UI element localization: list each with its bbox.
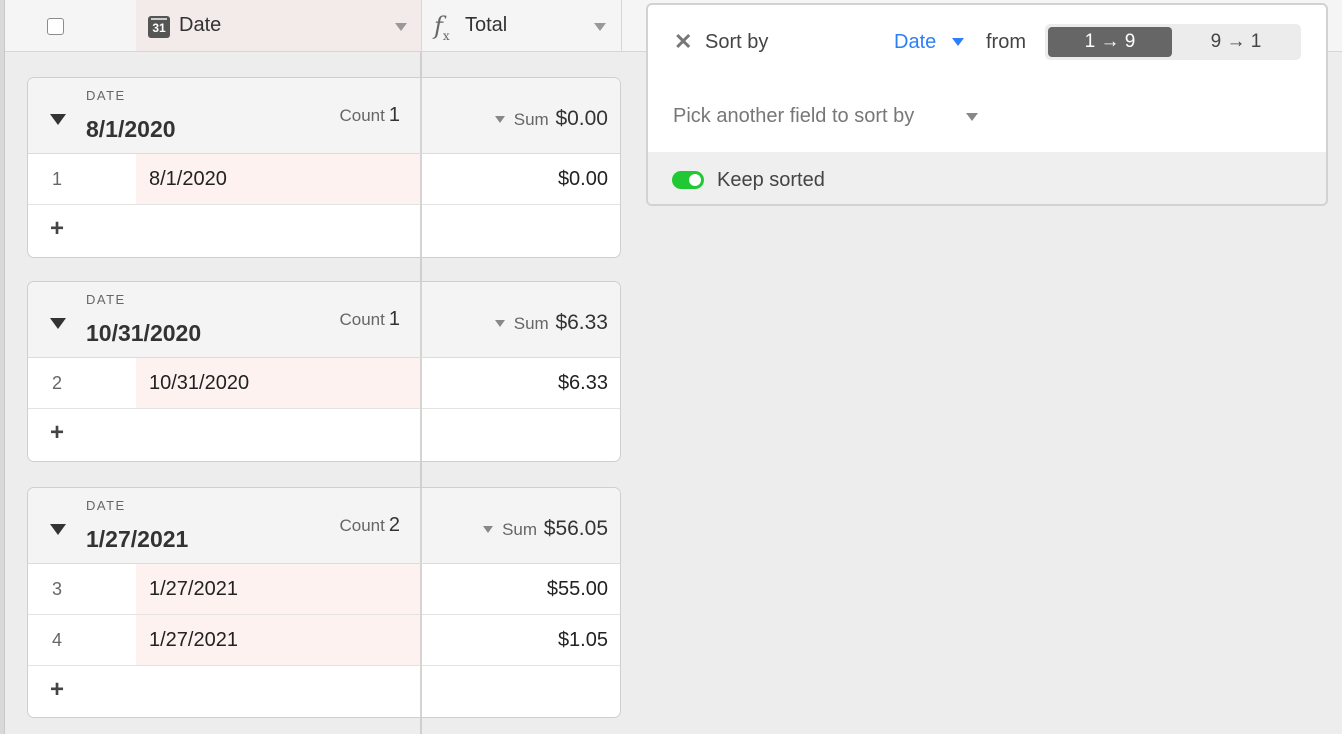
total-cell[interactable]: $1.05 bbox=[558, 629, 608, 652]
group-field-label: DATE bbox=[86, 498, 126, 513]
date-cell[interactable]: 1/27/2021 bbox=[136, 564, 420, 614]
date-column-dropdown-icon[interactable] bbox=[395, 23, 407, 31]
date-cell-value: 1/27/2021 bbox=[149, 629, 238, 651]
date-cell[interactable]: 1/27/2021 bbox=[136, 615, 420, 665]
sum-value: $6.33 bbox=[555, 311, 608, 334]
group-header: DATE 1/27/2021 Count 2 Sum $56.05 bbox=[28, 488, 620, 564]
sort-descending-button[interactable]: 9 → 1 bbox=[1174, 27, 1298, 57]
from-label: from bbox=[986, 31, 1026, 53]
group-divider bbox=[420, 154, 422, 257]
group-sum[interactable]: Sum $0.00 bbox=[494, 107, 608, 131]
sum-dropdown-icon[interactable] bbox=[483, 526, 494, 533]
sort-field-select[interactable]: Date bbox=[894, 31, 936, 54]
table-row[interactable]: 3 1/27/2021 $55.00 bbox=[28, 564, 620, 615]
date-cell-value: 10/31/2020 bbox=[149, 372, 250, 394]
count-value: 1 bbox=[388, 104, 400, 126]
group-count: Count 1 bbox=[340, 104, 401, 127]
group-count: Count 1 bbox=[340, 308, 401, 331]
group-divider bbox=[420, 282, 422, 357]
group-8-1-2020: DATE 8/1/2020 Count 1 Sum $0.00 1 8/1/202… bbox=[27, 77, 621, 258]
sort-popover: ✕ Sort by Date from 1 → 9 9 → 1 Pick ano… bbox=[646, 3, 1328, 206]
count-value: 2 bbox=[388, 514, 400, 536]
group-sum[interactable]: Sum $56.05 bbox=[483, 517, 608, 541]
sum-dropdown-icon[interactable] bbox=[494, 320, 505, 327]
group-divider bbox=[420, 358, 422, 461]
pick-another-field-button[interactable]: Pick another field to sort by bbox=[673, 105, 914, 128]
row-number: 2 bbox=[52, 373, 63, 393]
collapse-triangle-icon[interactable] bbox=[50, 114, 66, 125]
table-row[interactable]: 4 1/27/2021 $1.05 bbox=[28, 615, 620, 666]
total-cell[interactable]: $0.00 bbox=[558, 168, 608, 191]
plus-icon: + bbox=[50, 215, 65, 242]
group-value: 1/27/2021 bbox=[86, 526, 189, 552]
count-value: 1 bbox=[388, 308, 400, 330]
group-count: Count 2 bbox=[340, 514, 401, 537]
date-column-label: Date bbox=[179, 14, 222, 36]
sum-value: $0.00 bbox=[555, 107, 608, 130]
group-10-31-2020: DATE 10/31/2020 Count 1 Sum $6.33 2 10/31… bbox=[27, 281, 621, 462]
table-row[interactable]: 1 8/1/2020 $0.00 bbox=[28, 154, 620, 205]
total-cell[interactable]: $55.00 bbox=[547, 578, 608, 601]
sum-label: Sum bbox=[513, 314, 549, 333]
add-row-button[interactable]: + bbox=[28, 409, 620, 460]
plus-icon: + bbox=[50, 676, 65, 703]
group-divider bbox=[420, 78, 422, 153]
group-divider bbox=[420, 564, 422, 717]
sort-ascending-button[interactable]: 1 → 9 bbox=[1048, 27, 1172, 57]
group-field-label: DATE bbox=[86, 292, 126, 307]
total-column-dropdown-icon[interactable] bbox=[594, 23, 606, 31]
formula-icon: fx bbox=[434, 12, 450, 43]
group-1-27-2021: DATE 1/27/2021 Count 2 Sum $56.05 3 1/27/… bbox=[27, 487, 621, 718]
calendar-icon: 31 bbox=[148, 16, 170, 38]
row-number: 4 bbox=[52, 630, 63, 650]
date-cell[interactable]: 10/31/2020 bbox=[136, 358, 420, 408]
group-field-label: DATE bbox=[86, 88, 126, 103]
group-header: DATE 8/1/2020 Count 1 Sum $0.00 bbox=[28, 78, 620, 154]
row-number: 1 bbox=[52, 169, 63, 189]
sum-label: Sum bbox=[513, 110, 549, 129]
date-cell[interactable]: 8/1/2020 bbox=[136, 154, 420, 204]
group-header: DATE 10/31/2020 Count 1 Sum $6.33 bbox=[28, 282, 620, 358]
group-divider bbox=[420, 488, 422, 563]
select-all-checkbox[interactable] bbox=[47, 18, 64, 35]
count-label: Count bbox=[339, 516, 385, 535]
column-divider bbox=[421, 0, 422, 51]
left-edge bbox=[0, 0, 5, 734]
count-label: Count bbox=[339, 106, 385, 125]
group-value: 10/31/2020 bbox=[86, 320, 202, 346]
table-row[interactable]: 2 10/31/2020 $6.33 bbox=[28, 358, 620, 409]
remove-sort-icon[interactable]: ✕ bbox=[674, 29, 692, 55]
date-cell-value: 8/1/2020 bbox=[149, 168, 227, 190]
sum-value: $56.05 bbox=[543, 517, 608, 540]
keep-sorted-toggle[interactable] bbox=[672, 171, 704, 189]
sum-label: Sum bbox=[502, 520, 538, 539]
keep-sorted-label: Keep sorted bbox=[717, 169, 825, 191]
chevron-down-icon[interactable] bbox=[966, 113, 978, 121]
count-label: Count bbox=[339, 310, 385, 329]
total-column-label[interactable]: Total bbox=[465, 14, 507, 37]
row-number: 3 bbox=[52, 579, 63, 599]
add-row-button[interactable]: + bbox=[28, 666, 620, 717]
collapse-triangle-icon[interactable] bbox=[50, 318, 66, 329]
sort-by-label: Sort by bbox=[705, 31, 769, 53]
group-sum[interactable]: Sum $6.33 bbox=[494, 311, 608, 335]
column-divider bbox=[621, 0, 622, 51]
sum-dropdown-icon[interactable] bbox=[494, 116, 505, 123]
collapse-triangle-icon[interactable] bbox=[50, 524, 66, 535]
date-column-header[interactable]: 31 Date bbox=[136, 0, 421, 51]
sort-direction-toggle: 1 → 9 9 → 1 bbox=[1045, 24, 1301, 60]
sort-field-dropdown-icon[interactable] bbox=[952, 38, 964, 46]
plus-icon: + bbox=[50, 419, 65, 446]
total-cell[interactable]: $6.33 bbox=[558, 372, 608, 395]
date-cell-value: 1/27/2021 bbox=[149, 578, 238, 600]
add-row-button[interactable]: + bbox=[28, 205, 620, 256]
group-value: 8/1/2020 bbox=[86, 116, 176, 142]
keep-sorted-bar: Keep sorted bbox=[648, 152, 1326, 204]
